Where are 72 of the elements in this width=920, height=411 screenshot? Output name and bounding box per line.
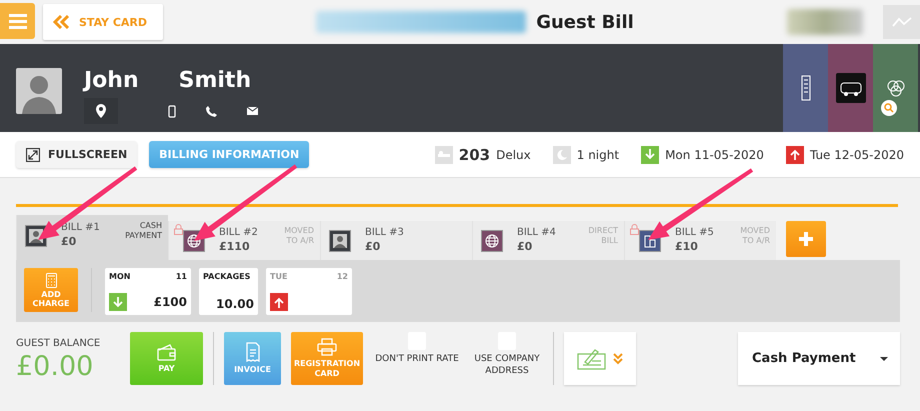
caret-icon xyxy=(880,356,888,360)
payment-method-select[interactable]: Cash Payment xyxy=(738,332,900,385)
last-name: Smith xyxy=(178,68,252,94)
bill-amount: £0 xyxy=(365,240,382,254)
menu-icon xyxy=(8,13,26,29)
chevrons-down-icon xyxy=(613,352,623,364)
arrival-date: Mon 11-05-2020 xyxy=(665,148,764,162)
window-title: Guest Bill xyxy=(536,12,634,32)
bill-amount: £110 xyxy=(219,240,251,254)
day-date: 12 xyxy=(336,272,348,281)
day-date: 11 xyxy=(176,272,187,281)
bus-icon xyxy=(836,73,866,103)
arrival-icon xyxy=(641,146,660,164)
day-amount: £100 xyxy=(154,295,187,309)
avatar-icon xyxy=(16,68,62,114)
bill-status: MOVED TO A/R xyxy=(739,226,770,246)
building-icon xyxy=(643,234,657,248)
mobile-phone-icon[interactable] xyxy=(168,104,176,118)
calculator-icon xyxy=(46,272,56,288)
nights: 1 night xyxy=(576,148,620,162)
circles-icon xyxy=(886,78,906,98)
bill-amount: £0 xyxy=(61,235,78,249)
day-name: MON xyxy=(109,272,130,281)
day-card[interactable]: MON 11 £100 xyxy=(105,268,191,315)
packages-label: PACKAGES xyxy=(203,272,250,281)
bill-status: MOVED TO A/R xyxy=(283,226,314,246)
printer-icon xyxy=(317,338,337,356)
balance-label: GUEST BALANCE xyxy=(16,338,102,349)
bill-status: CASH PAYMENT xyxy=(124,221,162,241)
cheque-icon xyxy=(577,348,607,370)
bill-tab[interactable]: BILL #5 £10 MOVED TO A/R xyxy=(624,221,776,260)
side-card[interactable] xyxy=(873,44,918,132)
wallet-icon xyxy=(156,344,176,360)
bill-tab[interactable]: BILL #3 £0 xyxy=(320,221,472,260)
room-number: 203 xyxy=(458,146,490,164)
location-button[interactable] xyxy=(84,98,118,124)
receipt-icon xyxy=(244,342,260,362)
phone-icon[interactable] xyxy=(206,106,217,116)
fullscreen-button[interactable]: FULLSCREEN xyxy=(16,141,138,168)
departure-icon xyxy=(786,146,804,164)
room-type: Delux xyxy=(496,148,531,162)
side-card[interactable] xyxy=(828,44,873,132)
bill-amount: £0 xyxy=(517,240,534,254)
bill-label: BILL #4 xyxy=(517,226,556,240)
person-icon xyxy=(333,234,347,248)
side-card[interactable] xyxy=(783,44,828,132)
globe-icon xyxy=(485,234,499,248)
plus-icon xyxy=(799,232,813,246)
bill-tab[interactable]: BILL #2 £110 MOVED TO A/R xyxy=(168,221,320,260)
packages-value: 10.00 xyxy=(216,297,254,311)
packages-card[interactable]: PACKAGES 10.00 xyxy=(199,268,258,315)
location-pin-icon xyxy=(96,104,106,118)
moon-icon xyxy=(552,146,571,164)
first-name: John xyxy=(84,68,139,94)
option-label: DON'T PRINT RATE xyxy=(375,353,459,365)
search-icon[interactable] xyxy=(881,100,897,116)
globe-icon xyxy=(187,234,201,248)
mail-icon[interactable] xyxy=(247,107,258,115)
bill-label: BILL #3 xyxy=(365,226,405,240)
expand-icon xyxy=(26,148,40,162)
bill-amount: £10 xyxy=(675,240,699,254)
departure-date: Tue 12-05-2020 xyxy=(810,148,904,162)
person-icon xyxy=(29,229,43,243)
bill-status: DIRECT BILL xyxy=(587,226,618,246)
bill-tab[interactable]: BILL #4 £0 DIRECT BILL xyxy=(472,221,624,260)
option-label: USE COMPANY ADDRESS xyxy=(473,353,541,377)
bill-label: BILL #5 xyxy=(675,226,714,240)
bed-icon xyxy=(434,146,453,164)
balance-amount: £0.00 xyxy=(16,351,94,382)
chevrons-left-icon xyxy=(53,15,69,29)
day-name: TUE xyxy=(270,272,288,281)
bill-label: BILL #2 xyxy=(219,226,258,240)
